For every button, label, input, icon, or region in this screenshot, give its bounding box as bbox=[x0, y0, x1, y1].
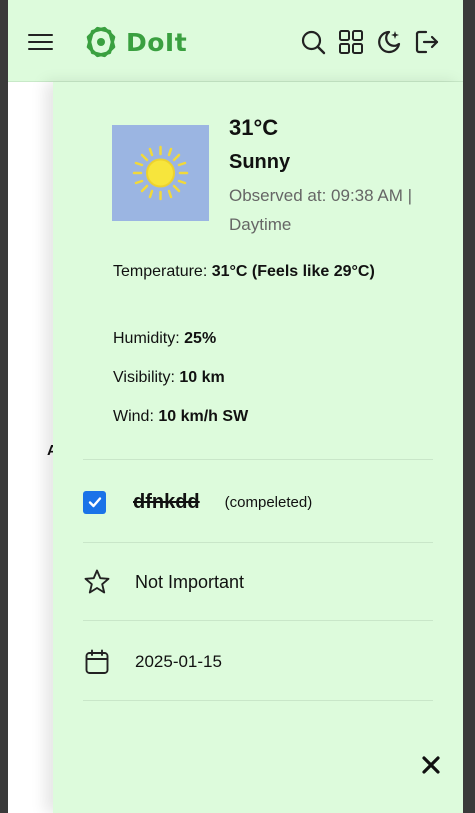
weather-condition: Sunny bbox=[229, 151, 291, 173]
checkmark-icon bbox=[88, 497, 101, 508]
stat-humidity: Humidity: 25% bbox=[113, 324, 403, 353]
stat-value: 10 km/h SW bbox=[158, 408, 249, 425]
stat-value: 31°C (Feels like 29°C) bbox=[211, 263, 375, 280]
weather-image bbox=[112, 125, 209, 221]
task-title: dfnkdd bbox=[133, 490, 200, 513]
stat-wind: Wind: 10 km/h SW bbox=[113, 402, 403, 431]
task-completion-row: dfnkdd (compeleted) bbox=[83, 487, 312, 517]
weather-temperature: 31°C bbox=[229, 115, 279, 140]
stat-label: Humidity: bbox=[113, 330, 180, 347]
stat-temperature: Temperature: 31°C (Feels like 29°C) bbox=[113, 257, 403, 286]
logout-icon[interactable] bbox=[414, 29, 440, 55]
logo-icon bbox=[86, 26, 116, 58]
search-icon[interactable] bbox=[300, 29, 326, 55]
task-complete-checkbox[interactable] bbox=[83, 490, 106, 514]
star-icon bbox=[84, 569, 110, 594]
stat-visibility: Visibility: 10 km bbox=[113, 363, 403, 392]
app-name: DoIt bbox=[126, 27, 188, 57]
importance-label: Not Important bbox=[135, 571, 245, 592]
stat-label: Temperature: bbox=[113, 263, 208, 280]
due-date: 2025-01-15 bbox=[135, 652, 222, 671]
importance-toggle[interactable]: Not Important bbox=[83, 568, 244, 596]
weather-observed-time: Observed at: 09:38 AM | Daytime bbox=[229, 186, 413, 234]
top-bar: DoIt bbox=[8, 0, 463, 82]
stat-value: 10 km bbox=[179, 369, 225, 386]
task-detail-panel: 31°C Sunny Observed at: 09:38 AM | Dayti… bbox=[53, 82, 463, 813]
app-logo[interactable]: DoIt bbox=[84, 25, 187, 59]
close-icon[interactable] bbox=[419, 753, 443, 777]
task-status: (compeleted) bbox=[224, 493, 313, 511]
divider bbox=[83, 700, 433, 701]
calendar-icon bbox=[85, 649, 109, 674]
divider bbox=[83, 620, 433, 621]
stat-label: Wind: bbox=[113, 408, 154, 425]
sun-icon bbox=[132, 145, 189, 201]
due-date-row[interactable]: 2025-01-15 bbox=[83, 648, 222, 676]
app-frame: A DoIt bbox=[8, 0, 463, 813]
stat-label: Visibility: bbox=[113, 369, 175, 386]
stat-value: 25% bbox=[184, 330, 217, 347]
divider bbox=[83, 542, 433, 543]
divider bbox=[83, 459, 433, 460]
grid-view-icon[interactable] bbox=[338, 29, 364, 55]
theme-toggle-icon[interactable] bbox=[376, 29, 402, 55]
menu-icon[interactable] bbox=[28, 30, 54, 54]
